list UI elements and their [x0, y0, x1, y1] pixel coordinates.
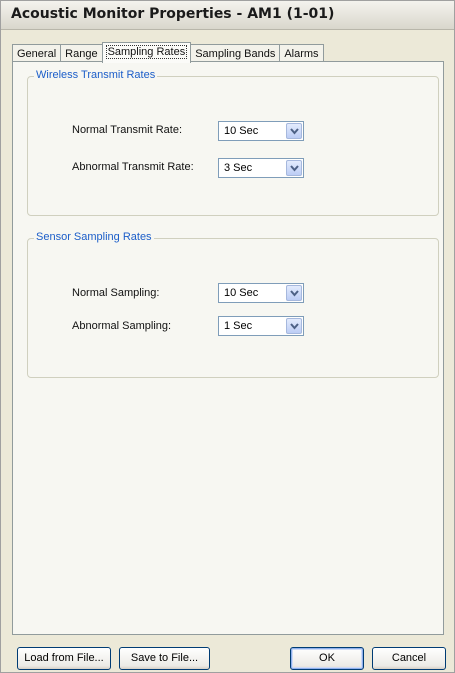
normal-transmit-rate-label: Normal Transmit Rate:: [72, 124, 183, 136]
chevron-down-icon[interactable]: [286, 160, 302, 176]
abnormal-sampling-value: 1 Sec: [224, 320, 253, 332]
tab-sampling-rates[interactable]: Sampling Rates: [101, 42, 192, 63]
sensor-sampling-rates-group: Sensor Sampling Rates Normal Sampling: 1…: [27, 231, 439, 378]
abnormal-transmit-rate-value: 3 Sec: [224, 162, 253, 174]
abnormal-sampling-label: Abnormal Sampling:: [72, 320, 172, 332]
tab-sampling-bands[interactable]: Sampling Bands: [190, 44, 281, 62]
sampling-rates-panel: Wireless Transmit Rates Normal Transmit …: [12, 61, 444, 635]
chevron-down-icon[interactable]: [286, 285, 302, 301]
normal-transmit-rate-select[interactable]: 10 Sec: [218, 121, 304, 141]
chevron-down-icon[interactable]: [286, 123, 302, 139]
abnormal-transmit-rate-select[interactable]: 3 Sec: [218, 158, 304, 178]
window-title: Acoustic Monitor Properties - AM1 (1-01): [11, 6, 335, 22]
tab-general[interactable]: General: [12, 44, 62, 62]
normal-transmit-rate-value: 10 Sec: [224, 125, 259, 137]
tab-strip: General Range Sampling Rates Sampling Ba…: [12, 41, 324, 63]
sensor-group-title: Sensor Sampling Rates: [34, 231, 154, 243]
tab-alarms[interactable]: Alarms: [279, 44, 324, 62]
normal-sampling-value: 10 Sec: [224, 287, 259, 299]
normal-sampling-select[interactable]: 10 Sec: [218, 283, 304, 303]
chevron-down-icon[interactable]: [286, 318, 302, 334]
ok-button[interactable]: OK: [290, 647, 364, 670]
wireless-transmit-rates-group: Wireless Transmit Rates Normal Transmit …: [27, 69, 439, 216]
abnormal-transmit-rate-label: Abnormal Transmit Rate:: [72, 161, 194, 173]
wireless-group-title: Wireless Transmit Rates: [34, 69, 158, 81]
load-from-file-button[interactable]: Load from File...: [17, 647, 111, 670]
title-bar[interactable]: Acoustic Monitor Properties - AM1 (1-01): [1, 1, 454, 30]
tab-range[interactable]: Range: [60, 44, 103, 62]
normal-sampling-label: Normal Sampling:: [72, 287, 160, 299]
abnormal-sampling-select[interactable]: 1 Sec: [218, 316, 304, 336]
tab-sampling-rates-label: Sampling Rates: [105, 45, 188, 59]
save-to-file-button[interactable]: Save to File...: [119, 647, 210, 670]
cancel-button[interactable]: Cancel: [372, 647, 446, 670]
properties-dialog: Acoustic Monitor Properties - AM1 (1-01)…: [0, 0, 455, 673]
